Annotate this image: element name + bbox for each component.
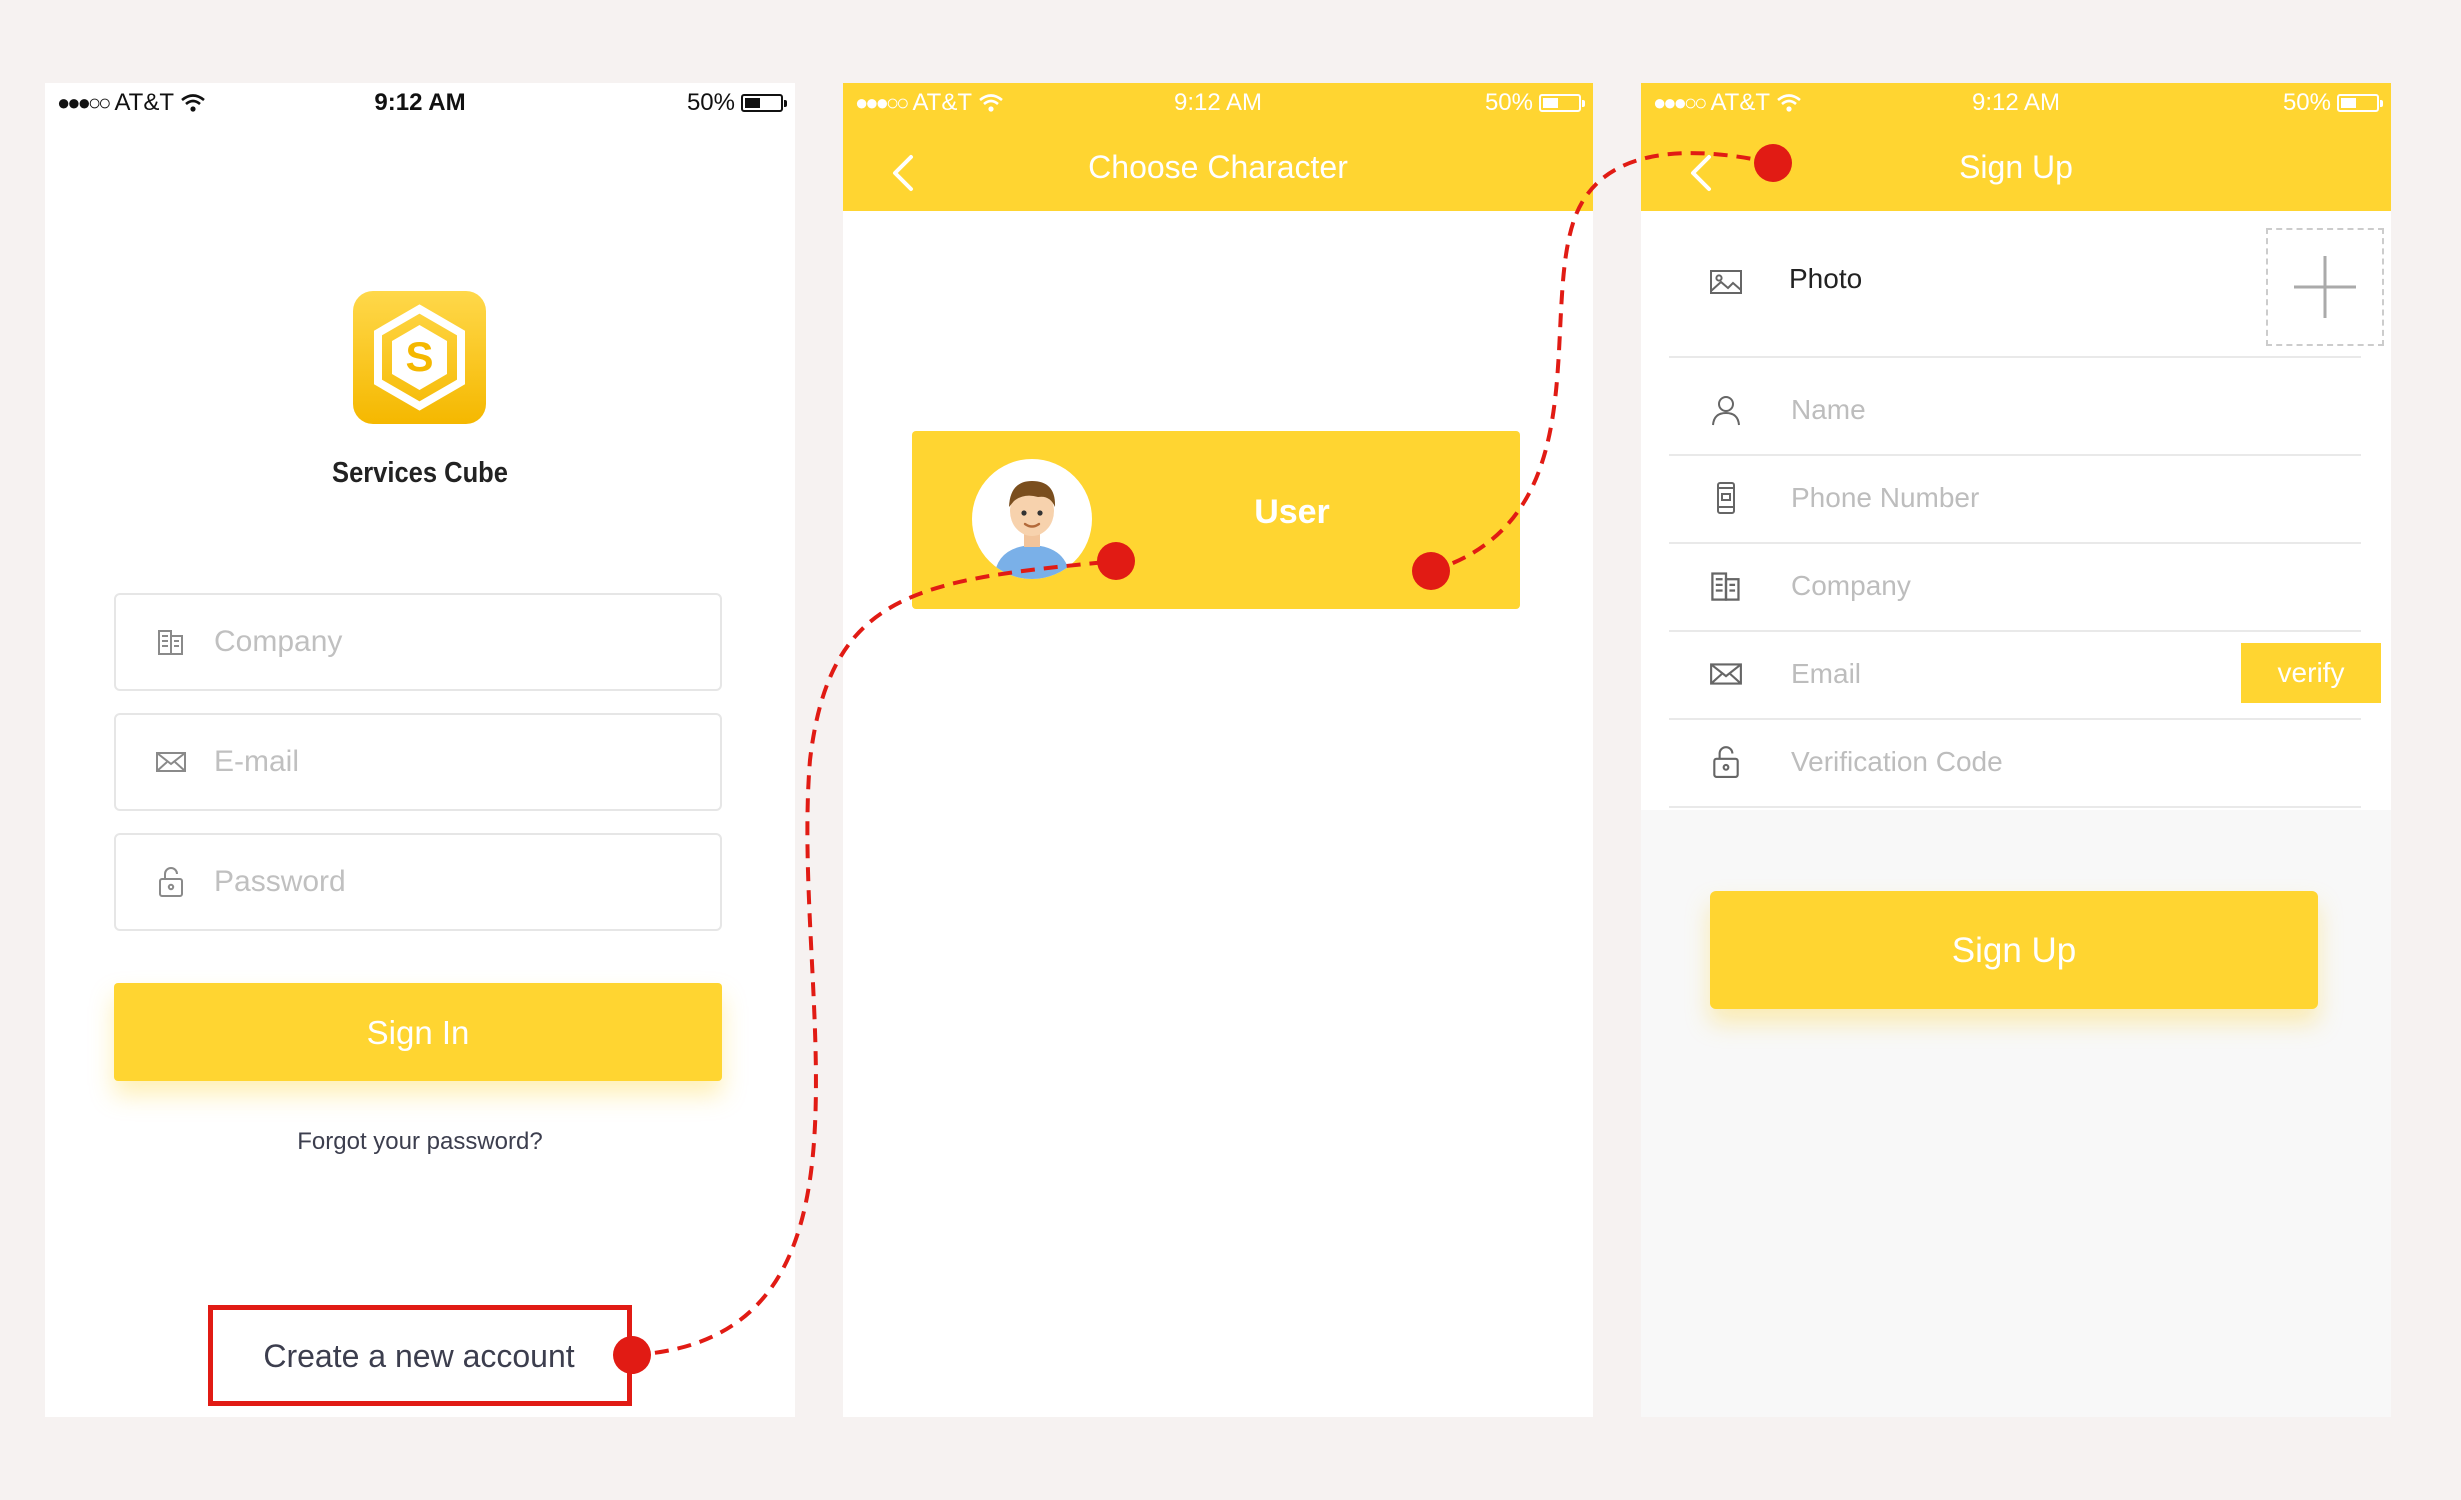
- phone-row[interactable]: [1669, 454, 2361, 544]
- user-character-card[interactable]: User: [912, 431, 1520, 609]
- battery-fill: [2341, 98, 2356, 108]
- lock-icon: [154, 865, 188, 899]
- choose-character-screen: ●●●○○ AT&T 9:12 AM 50% Choose Character: [843, 83, 1593, 1417]
- battery-fill: [745, 98, 760, 108]
- phone-input[interactable]: [1789, 474, 2213, 522]
- name-input[interactable]: [1789, 386, 2213, 434]
- battery-icon: [741, 94, 787, 112]
- verification-code-input[interactable]: [1789, 738, 2213, 786]
- page-title: Choose Character: [1088, 149, 1348, 185]
- email-field[interactable]: [114, 713, 722, 811]
- add-photo-button[interactable]: [2266, 228, 2384, 346]
- battery-icon: [2337, 94, 2383, 112]
- create-account-highlight: [208, 1305, 632, 1406]
- user-avatar: [972, 459, 1092, 579]
- status-bar: ●●●○○ AT&T 9:12 AM 50%: [45, 83, 795, 123]
- verification-code-row[interactable]: [1669, 718, 2361, 808]
- image-icon: [1710, 270, 1742, 294]
- sign-up-button[interactable]: Sign Up: [1710, 891, 2318, 1009]
- photo-label: Photo: [1789, 263, 1863, 294]
- status-time: 9:12 AM: [1173, 89, 1263, 116]
- email-row[interactable]: verify: [1669, 630, 2381, 720]
- email-input[interactable]: [212, 744, 656, 780]
- phone-icon: [1717, 482, 1735, 514]
- company-input[interactable]: [1789, 562, 2213, 610]
- plus-icon: [2294, 256, 2356, 318]
- status-bar: ●●●○○ AT&T 9:12 AM 50%: [843, 83, 1593, 123]
- person-icon: [1712, 396, 1740, 426]
- battery-fill: [1543, 98, 1558, 108]
- company-input[interactable]: [212, 624, 656, 660]
- status-time: 9:12 AM: [1971, 89, 2061, 116]
- photo-row: Photo: [1669, 211, 2384, 358]
- brand-name: Services Cube: [332, 457, 508, 489]
- battery-percent: 50%: [686, 89, 735, 116]
- building-icon: [1711, 572, 1740, 601]
- forgot-password-link[interactable]: Forgot your password?: [45, 1128, 795, 1156]
- verify-button[interactable]: verify: [2241, 643, 2381, 703]
- name-row[interactable]: [1669, 366, 2361, 456]
- services-cube-logo: S: [353, 291, 486, 424]
- email-input[interactable]: [1789, 650, 2213, 698]
- battery-indicator: 50%: [686, 89, 787, 117]
- password-input[interactable]: [212, 864, 656, 900]
- nav-bar: ●●●○○ AT&T 9:12 AM 50% Sign Up: [1641, 83, 2391, 211]
- sign-up-screen: ●●●○○ AT&T 9:12 AM 50% Sign Up Photo Nam…: [1641, 83, 2391, 1417]
- status-time: 9:12 AM: [374, 89, 466, 116]
- battery-percent: 50%: [2282, 89, 2331, 116]
- company-field[interactable]: [114, 593, 722, 691]
- envelope-icon: [1710, 663, 1742, 685]
- login-screen: ●●●○○ AT&T 9:12 AM 50% S Services Cube C…: [45, 83, 795, 1417]
- user-card-label: User: [1254, 493, 1330, 531]
- logo-letter: S: [405, 333, 433, 380]
- sign-in-button[interactable]: Sign In: [114, 983, 722, 1081]
- battery-indicator: 50%: [2282, 89, 2383, 117]
- company-row[interactable]: [1669, 542, 2361, 632]
- status-bar: ●●●○○ AT&T 9:12 AM 50%: [1641, 83, 2391, 123]
- lock-icon: [1713, 746, 1739, 778]
- battery-indicator: 50%: [1484, 89, 1585, 117]
- battery-icon: [1539, 94, 1585, 112]
- battery-percent: 50%: [1484, 89, 1533, 116]
- nav-bar: ●●●○○ AT&T 9:12 AM 50% Choose Character: [843, 83, 1593, 211]
- password-field[interactable]: [114, 833, 722, 931]
- envelope-icon: [154, 745, 188, 779]
- building-icon: [154, 625, 188, 659]
- page-title: Sign Up: [1959, 149, 2073, 185]
